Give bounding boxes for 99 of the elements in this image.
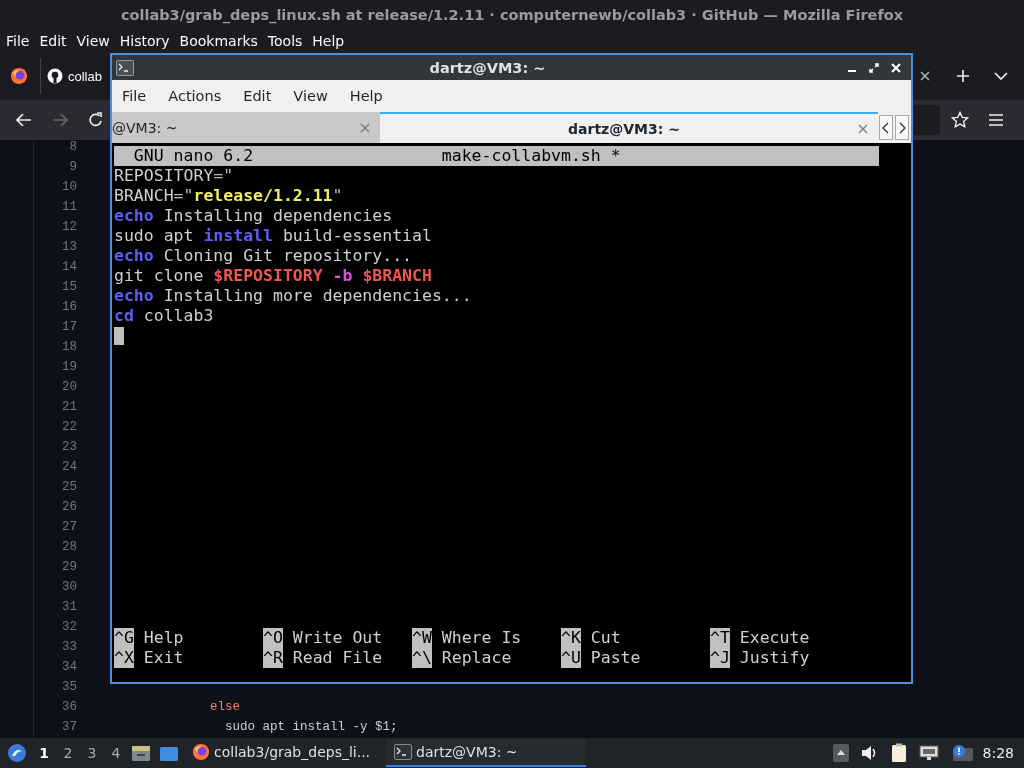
line-number: 13 bbox=[61, 240, 77, 254]
line-number: 33 bbox=[61, 640, 77, 654]
shortcut-label: Replace bbox=[441, 648, 512, 668]
workspace-button[interactable]: 4 bbox=[104, 745, 128, 761]
line-number: 15 bbox=[61, 280, 77, 294]
menu-item[interactable]: View bbox=[76, 33, 116, 49]
line-number: 14 bbox=[61, 260, 77, 274]
code-line: echo Installing more dependencies... bbox=[114, 286, 473, 306]
menu-item[interactable]: Edit bbox=[39, 33, 73, 49]
shortcut-key: ^X bbox=[114, 648, 134, 668]
menu-item[interactable]: Bookmarks bbox=[179, 33, 264, 49]
terminal-icon bbox=[394, 744, 413, 760]
shortcut-key: ^\ bbox=[412, 648, 432, 668]
menu-item[interactable]: File bbox=[122, 88, 147, 104]
line-number: 22 bbox=[61, 420, 77, 434]
scroll-right-button[interactable] bbox=[895, 115, 909, 140]
notification-icon[interactable] bbox=[950, 744, 973, 762]
line-number: 17 bbox=[61, 320, 77, 334]
chevron-right-icon bbox=[898, 121, 906, 134]
menu-item[interactable]: Help bbox=[312, 33, 351, 49]
line-number: 26 bbox=[61, 500, 77, 514]
firefox-icon[interactable] bbox=[10, 67, 28, 85]
line-number: 28 bbox=[61, 540, 77, 554]
line-number: 29 bbox=[61, 560, 77, 574]
shortcut-key: ^G bbox=[114, 628, 134, 648]
line-number: 8 bbox=[68, 140, 77, 154]
shortcut-key: ^W bbox=[412, 628, 432, 648]
line-number: 9 bbox=[68, 160, 77, 174]
shortcut-label: Help bbox=[143, 628, 184, 648]
line-number: 19 bbox=[61, 360, 77, 374]
menu-item[interactable]: History bbox=[119, 33, 176, 49]
line-number: 35 bbox=[61, 680, 77, 694]
code-line: echo Cloning Git repository... bbox=[114, 246, 414, 266]
line-number: 25 bbox=[61, 480, 77, 494]
code-line: else bbox=[210, 700, 241, 714]
line-number: 10 bbox=[61, 180, 77, 194]
shortcut-key: ^U bbox=[561, 648, 581, 668]
line-number: 30 bbox=[61, 580, 77, 594]
shortcut-key: ^K bbox=[561, 628, 581, 648]
clipboard-icon[interactable] bbox=[890, 743, 907, 763]
window-title: dartz@VM3: ~ bbox=[428, 59, 547, 76]
shortcut-label: Execute bbox=[739, 628, 810, 648]
shortcut-key: ^O bbox=[263, 628, 283, 648]
line-number: 32 bbox=[61, 620, 77, 634]
menu-item[interactable]: Tools bbox=[267, 33, 309, 49]
menu-item[interactable]: Edit bbox=[243, 88, 272, 104]
taskbar-button[interactable]: collab3/grab_deps_li... bbox=[184, 739, 379, 767]
shortcut-label: Where Is bbox=[441, 628, 522, 648]
workspace-button[interactable]: 1 bbox=[32, 745, 56, 761]
code-line: cd collab3 bbox=[114, 306, 215, 326]
line-number: 12 bbox=[61, 220, 77, 234]
code-line: sudo apt install -y $1; bbox=[225, 720, 398, 734]
code-line: echo Installing dependencies bbox=[114, 206, 394, 226]
line-number: 31 bbox=[61, 600, 77, 614]
shortcut-label: Read File bbox=[292, 648, 383, 668]
line-number: 24 bbox=[61, 460, 77, 474]
code-line: REPOSITORY=" bbox=[114, 166, 235, 186]
window-title: collab3/grab_deps_linux.sh at release/1.2.11 · computernewb/collab3 · GitHub — Mozilla Firefox bbox=[120, 7, 904, 23]
workspace-button[interactable]: 3 bbox=[80, 745, 104, 761]
terminal-tab[interactable]: @VM3: ~ bbox=[112, 112, 380, 143]
line-number: 16 bbox=[61, 300, 77, 314]
menu-item[interactable]: File bbox=[6, 33, 36, 49]
menu-item[interactable]: Help bbox=[349, 88, 383, 104]
shortcut-label: Write Out bbox=[292, 628, 383, 648]
line-number: 27 bbox=[61, 520, 77, 534]
workspace-button[interactable]: 2 bbox=[56, 745, 80, 761]
shortcut-label: Paste bbox=[590, 648, 641, 668]
line-number: 23 bbox=[61, 440, 77, 454]
line-number: 20 bbox=[61, 380, 77, 394]
line-number: 34 bbox=[61, 660, 77, 674]
line-number: 37 bbox=[61, 720, 77, 734]
taskbar-button[interactable]: dartz@VM3: ~ bbox=[386, 739, 587, 767]
shortcut-label: Cut bbox=[590, 628, 621, 648]
network-icon[interactable] bbox=[918, 745, 939, 761]
editor-version: GNU nano 6.2 bbox=[132, 146, 255, 166]
chevron-left-icon bbox=[882, 121, 890, 134]
line-number: 11 bbox=[61, 200, 77, 214]
code-line: sudo apt install build-essential bbox=[114, 226, 433, 246]
github-icon bbox=[47, 68, 63, 84]
line-number: 36 bbox=[61, 700, 77, 714]
file-name: make-collabvm.sh * bbox=[441, 146, 621, 166]
clock: 8:28 bbox=[982, 745, 1014, 761]
shortcut-key: ^R bbox=[263, 648, 283, 668]
shortcut-label: Justify bbox=[739, 648, 810, 668]
tray-expand-icon[interactable] bbox=[832, 744, 849, 762]
line-number: 21 bbox=[61, 400, 77, 414]
code-line: BRANCH="release/1.2.11" bbox=[114, 186, 344, 206]
scroll-left-button[interactable] bbox=[879, 115, 893, 140]
shortcut-label: Exit bbox=[143, 648, 184, 668]
firefox-icon bbox=[192, 743, 210, 761]
shortcut-key: ^T bbox=[710, 628, 730, 648]
browser-tab[interactable]: collab bbox=[40, 58, 102, 94]
menu-item[interactable]: Actions bbox=[168, 88, 222, 104]
shortcut-key: ^J bbox=[710, 648, 730, 668]
terminal-icon bbox=[116, 59, 134, 76]
line-number: 18 bbox=[61, 340, 77, 354]
code-line: git clone $REPOSITORY -b $BRANCH bbox=[114, 266, 433, 286]
menu-item[interactable]: View bbox=[293, 88, 328, 104]
text-cursor bbox=[114, 327, 124, 345]
